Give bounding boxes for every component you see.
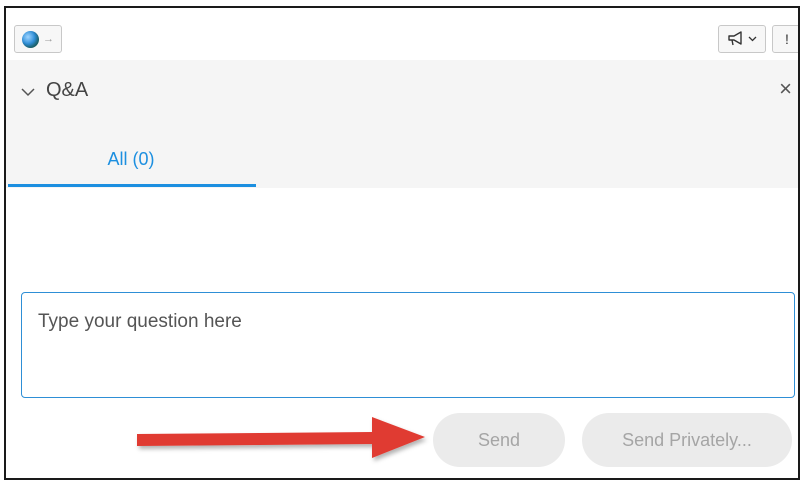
- tab-all[interactable]: All (0): [8, 132, 256, 187]
- panel-title-row: Q&A ×: [6, 76, 798, 112]
- question-field[interactable]: [21, 292, 795, 398]
- status-button[interactable]: →: [14, 25, 62, 53]
- announcement-menu-button[interactable]: [718, 25, 766, 53]
- send-button[interactable]: Send: [433, 413, 565, 467]
- close-icon[interactable]: ×: [779, 78, 792, 100]
- chevron-down-icon: [748, 36, 757, 42]
- arrow-right-icon: →: [43, 32, 54, 45]
- alert-label: !: [785, 31, 789, 47]
- top-toolbar: → !: [6, 8, 798, 60]
- megaphone-icon: [728, 31, 742, 46]
- tab-selected-indicator: [8, 184, 256, 187]
- send-privately-button[interactable]: Send Privately...: [582, 413, 792, 467]
- qa-window: → ! Q&A × All (0) Type your question her…: [4, 6, 800, 480]
- panel-title: Q&A: [46, 79, 89, 101]
- qa-panel-header: Q&A × All (0): [6, 60, 798, 188]
- alert-button[interactable]: !: [772, 25, 798, 53]
- tab-all-label: All (0): [107, 148, 155, 169]
- globe-icon: [22, 30, 39, 48]
- question-input[interactable]: [22, 293, 794, 397]
- collapse-chevron-icon[interactable]: [20, 84, 36, 100]
